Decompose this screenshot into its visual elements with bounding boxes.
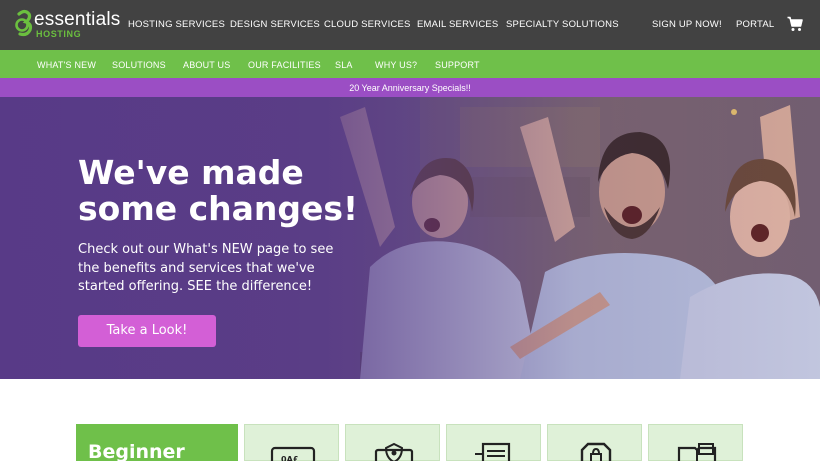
- plan-card-book[interactable]: [648, 424, 743, 461]
- hero-title-line-2: some changes!: [78, 189, 359, 228]
- plan-card-server[interactable]: [446, 424, 541, 461]
- logo-mark-icon: [15, 9, 33, 37]
- plan-beginner-card[interactable]: Beginner: [76, 424, 238, 461]
- subnav-why-us[interactable]: WHY US?: [375, 60, 417, 70]
- nav-design-services[interactable]: DESIGN SERVICES: [230, 19, 320, 30]
- hero-banner: We've made some changes! Check out our W…: [0, 97, 820, 379]
- subnav-solutions[interactable]: SOLUTIONS: [112, 60, 166, 70]
- logo-wordmark: essentials: [34, 9, 121, 30]
- book-icon: [677, 443, 717, 461]
- nav-email-services[interactable]: EMAIL SERVICES: [417, 19, 498, 30]
- promo-text: 20 Year Anniversary Specials!!: [349, 83, 471, 93]
- subnav-whats-new[interactable]: WHAT'S NEW: [37, 60, 96, 70]
- plan-beginner-title: Beginner: [88, 441, 185, 461]
- nav-specialty-solutions[interactable]: SPECIALTY SOLUTIONS: [506, 19, 619, 30]
- logo-subtitle: HOSTING: [36, 29, 82, 39]
- hero-description: Check out our What's NEW page to see the…: [78, 242, 334, 294]
- shopping-cart-icon[interactable]: [787, 16, 803, 32]
- security-shield-icon: [374, 442, 414, 461]
- plan-card-security[interactable]: [345, 424, 440, 461]
- sign-up-link[interactable]: SIGN UP NOW!: [652, 19, 722, 30]
- nav-cloud-services[interactable]: CLOUD SERVICES: [324, 19, 411, 30]
- plan-card-html[interactable]: 0A£: [244, 424, 339, 461]
- subnav-support[interactable]: SUPPORT: [435, 60, 480, 70]
- plan-card-lock[interactable]: [547, 424, 642, 461]
- subnav-sla[interactable]: SLA: [335, 60, 353, 70]
- hero-title-line-1: We've made: [78, 153, 304, 192]
- subnav-our-facilities[interactable]: OUR FACILITIES: [248, 60, 321, 70]
- subnav-about-us[interactable]: ABOUT US: [183, 60, 230, 70]
- take-a-look-button[interactable]: Take a Look!: [78, 315, 216, 347]
- lock-badge-icon: [580, 442, 612, 461]
- promo-banner[interactable]: 20 Year Anniversary Specials!!: [0, 78, 820, 97]
- portal-link[interactable]: PORTAL: [736, 19, 774, 30]
- nav-hosting-services[interactable]: HOSTING SERVICES: [128, 19, 225, 30]
- top-navbar: essentials HOSTING HOSTING SERVICES DESI…: [0, 0, 820, 50]
- svg-text:0A£: 0A£: [281, 455, 298, 461]
- secondary-nav: WHAT'S NEW SOLUTIONS ABOUT US OUR FACILI…: [0, 50, 820, 78]
- brand-logo[interactable]: essentials HOSTING: [14, 8, 120, 42]
- hero-title: We've made some changes!: [78, 155, 398, 227]
- server-document-icon: [475, 442, 511, 461]
- html-window-icon: 0A£: [270, 446, 316, 461]
